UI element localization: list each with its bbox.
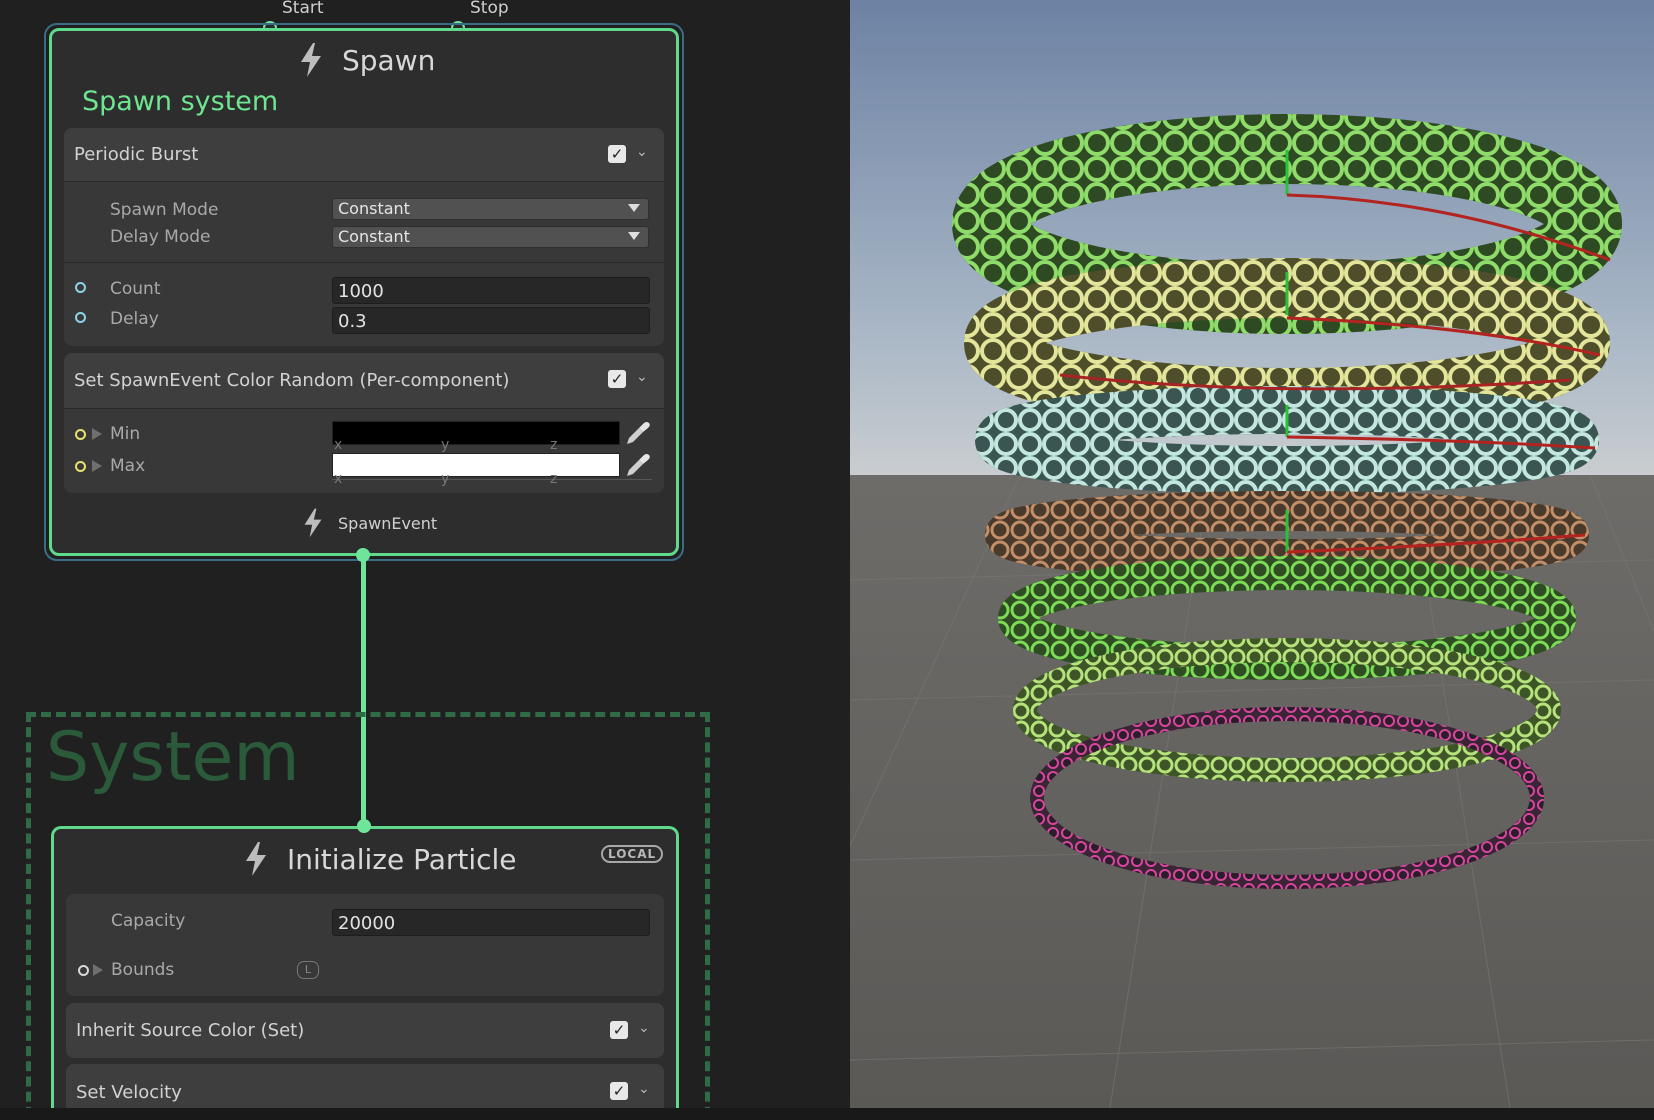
expand-triangle-icon[interactable]: [92, 460, 102, 472]
periodic-burst-header[interactable]: Periodic Burst: [64, 128, 664, 182]
spawn-mode-label: Spawn Mode: [110, 200, 219, 220]
inherit-source-color-block[interactable]: Inherit Source Color (Set) ✓ ⌄: [66, 1003, 664, 1058]
initialize-input-port[interactable]: [357, 819, 371, 833]
min-y-axis-label: y: [441, 437, 450, 453]
inherit-source-color-header[interactable]: Inherit Source Color (Set): [66, 1003, 664, 1058]
bottom-status-bar: [0, 1108, 1654, 1120]
max-label: Max: [110, 456, 146, 476]
spawn-system-name[interactable]: Spawn system: [82, 86, 278, 117]
spawn-mode-value: Constant: [338, 199, 410, 218]
delay-input-slot[interactable]: [75, 312, 86, 323]
min-x-axis-label: x: [334, 437, 343, 453]
eyedropper-icon[interactable]: [624, 419, 652, 447]
delay-mode-dropdown[interactable]: Constant: [332, 226, 649, 248]
bounds-label: Bounds: [111, 960, 175, 980]
set-velocity-title: Set Velocity: [76, 1081, 182, 1103]
divider: [64, 262, 664, 263]
max-color-swatch[interactable]: [332, 453, 620, 477]
capacity-label: Capacity: [111, 911, 186, 931]
spawn-context-header: Spawn: [298, 40, 435, 80]
local-space-badge[interactable]: LOCAL: [601, 845, 664, 863]
chevron-down-icon[interactable]: ⌄: [636, 144, 648, 160]
chevron-down-icon[interactable]: ⌄: [638, 1020, 650, 1036]
checkmark-icon[interactable]: ✓: [610, 1082, 628, 1100]
max-y-axis-label: y: [441, 471, 450, 487]
scene-viewport[interactable]: [850, 0, 1654, 1108]
max-x-axis-label: x: [334, 471, 343, 487]
initialize-context-title: Initialize Particle: [287, 842, 517, 876]
checkmark-icon[interactable]: ✓: [608, 370, 626, 388]
delay-field[interactable]: 0.3: [332, 307, 650, 334]
lightning-icon: [246, 842, 266, 876]
checkmark-icon[interactable]: ✓: [608, 145, 626, 163]
chevron-down-icon[interactable]: ⌄: [638, 1081, 650, 1097]
vector-divider: [332, 479, 652, 480]
scene-render: [850, 0, 1654, 1108]
delay-label: Delay: [110, 309, 159, 329]
min-z-axis-label: z: [550, 437, 558, 453]
expand-triangle-icon[interactable]: [93, 964, 103, 976]
count-field[interactable]: 1000: [332, 277, 650, 304]
set-velocity-header[interactable]: Set Velocity: [66, 1064, 664, 1108]
bounds-space-badge[interactable]: L: [297, 961, 319, 979]
lightning-icon: [301, 43, 321, 77]
spawnevent-output-port[interactable]: [356, 548, 370, 562]
system-group-title[interactable]: System: [46, 718, 300, 797]
max-z-axis-label: z: [550, 471, 558, 487]
set-color-title: Set SpawnEvent Color Random (Per-compone…: [74, 370, 510, 391]
periodic-burst-block[interactable]: Periodic Burst ✓ ⌄ Spawn Mode Constant D…: [64, 128, 664, 346]
vfx-graph-view[interactable]: Start Stop Spawn Spawn system Periodic B…: [0, 0, 850, 1108]
checkmark-icon[interactable]: ✓: [610, 1021, 628, 1039]
capacity-field[interactable]: 20000: [332, 909, 650, 936]
set-velocity-block[interactable]: Set Velocity ✓ ⌄: [66, 1064, 664, 1108]
initialize-settings-panel: Capacity 20000 Bounds L: [66, 894, 664, 996]
stop-port-label: Stop: [470, 0, 509, 18]
min-input-slot[interactable]: [75, 429, 86, 440]
max-input-slot[interactable]: [75, 461, 86, 472]
spawnevent-output: SpawnEvent: [302, 505, 437, 541]
lightning-icon: [304, 508, 322, 538]
set-color-header[interactable]: Set SpawnEvent Color Random (Per-compone…: [64, 353, 664, 409]
count-input-slot[interactable]: [75, 282, 86, 293]
initialize-context-header: Initialize Particle: [243, 838, 517, 880]
delay-mode-value: Constant: [338, 227, 410, 246]
inherit-source-color-title: Inherit Source Color (Set): [76, 1020, 305, 1041]
min-label: Min: [110, 424, 141, 444]
chevron-down-icon[interactable]: ⌄: [636, 369, 648, 385]
set-spawnevent-color-block[interactable]: Set SpawnEvent Color Random (Per-compone…: [64, 353, 664, 493]
bounds-input-slot[interactable]: [78, 965, 89, 976]
spawn-context-title: Spawn: [342, 43, 436, 77]
dropdown-arrow-icon: [628, 232, 640, 240]
spawn-mode-dropdown[interactable]: Constant: [332, 198, 649, 220]
delay-mode-label: Delay Mode: [110, 227, 211, 247]
start-port-label: Start: [282, 0, 324, 18]
periodic-burst-title: Periodic Burst: [74, 144, 199, 165]
dropdown-arrow-icon: [628, 204, 640, 212]
spawnevent-output-label: SpawnEvent: [338, 513, 438, 533]
min-color-swatch[interactable]: [332, 421, 620, 445]
expand-triangle-icon[interactable]: [92, 428, 102, 440]
count-label: Count: [110, 279, 161, 299]
eyedropper-icon[interactable]: [624, 451, 652, 479]
